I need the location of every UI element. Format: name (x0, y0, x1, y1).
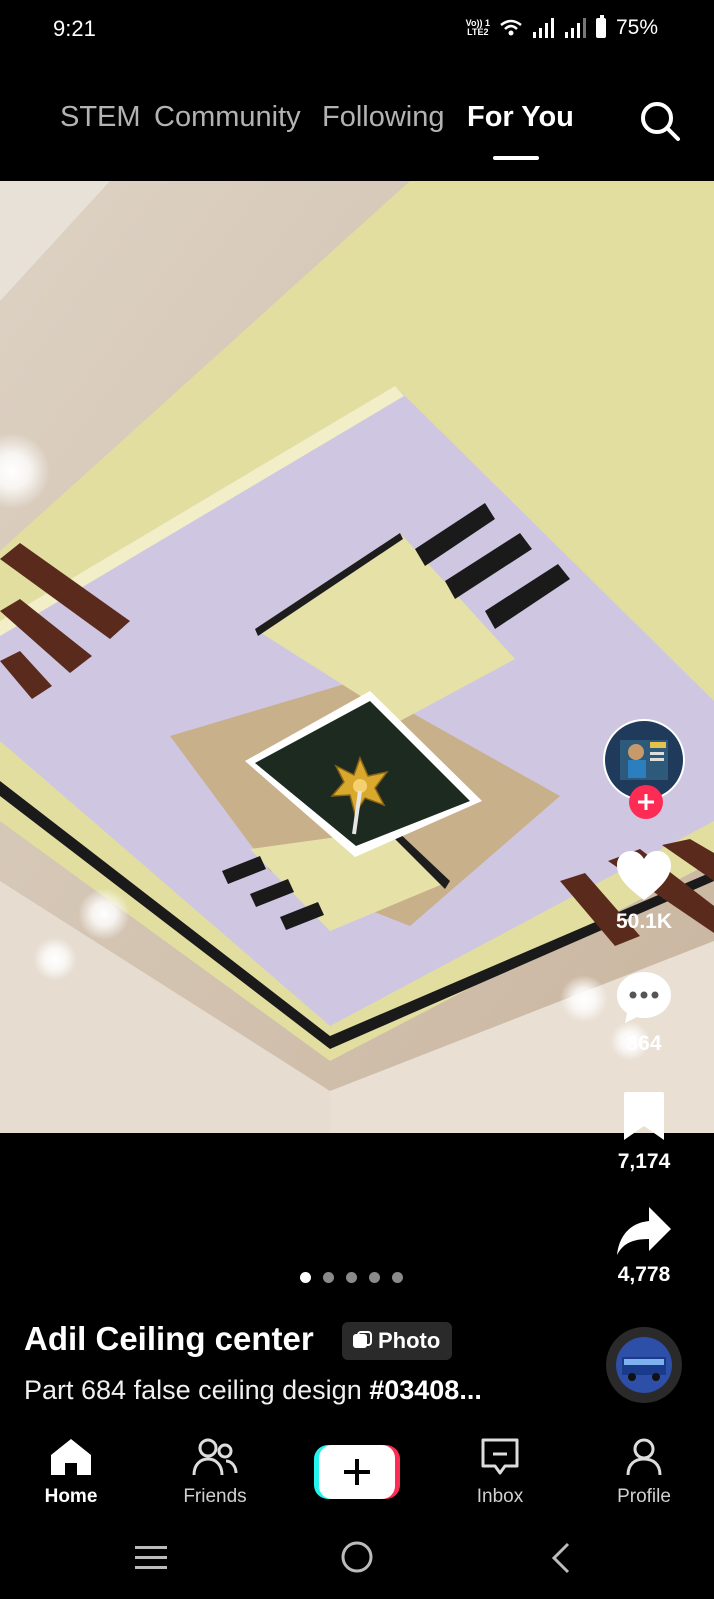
bookmark-icon[interactable] (622, 1090, 666, 1142)
tab-stem[interactable]: STEM (60, 101, 141, 134)
tab-community[interactable]: Community (154, 101, 301, 134)
friends-icon (192, 1438, 238, 1476)
nav-inbox-label: Inbox (476, 1486, 524, 1507)
home-circle-icon[interactable] (340, 1540, 374, 1574)
recent-apps-icon[interactable] (134, 1543, 168, 1573)
signal-icon (532, 18, 554, 38)
back-icon[interactable] (550, 1541, 572, 1575)
save-button[interactable] (574, 1090, 714, 1147)
share-button[interactable] (574, 1205, 714, 1262)
comment-icon[interactable] (615, 970, 673, 1024)
tab-following[interactable]: Following (322, 101, 445, 134)
nav-profile-label: Profile (617, 1486, 671, 1507)
heart-icon[interactable] (615, 850, 673, 902)
wifi-icon (500, 19, 522, 36)
comment-count: 364 (626, 1032, 662, 1055)
system-nav-bar (0, 1525, 714, 1599)
signal-icon-2 (564, 18, 586, 38)
slide-dot[interactable] (346, 1272, 357, 1283)
caption-text: Part 684 false ceiling design (24, 1375, 370, 1405)
sound-disc[interactable] (574, 1325, 714, 1410)
caption-hashtag[interactable]: #03408... (369, 1375, 482, 1405)
battery-percent: 75% (615, 16, 658, 39)
slide-dot[interactable] (300, 1272, 311, 1283)
photo-icon (353, 1331, 372, 1348)
photo-badge: Photo (342, 1322, 453, 1360)
nav-home-label: Home (44, 1486, 98, 1507)
feed-tabs: STEM Community Following For You (0, 95, 714, 165)
music-disc-icon[interactable] (604, 1325, 684, 1405)
network-indicator: Vo)) 1 LTE2 (465, 18, 490, 37)
nav-home[interactable]: Home (16, 1437, 126, 1508)
create-button[interactable] (314, 1445, 400, 1499)
share-icon[interactable] (615, 1205, 673, 1257)
follow-plus-icon[interactable] (628, 784, 664, 820)
share-count: 4,778 (617, 1263, 671, 1286)
search-icon[interactable] (636, 97, 684, 145)
slide-dot[interactable] (323, 1272, 334, 1283)
nav-friends-label: Friends (183, 1486, 247, 1507)
tab-for-you[interactable]: For You (467, 101, 574, 134)
inbox-icon (481, 1438, 519, 1475)
home-icon (51, 1439, 91, 1475)
nav-profile[interactable]: Profile (589, 1437, 699, 1508)
like-count: 50.1K (615, 910, 673, 933)
bottom-nav: Home Friends Inbox Profile (0, 1425, 714, 1525)
status-time: 9:21 (53, 16, 96, 41)
status-bar: 9:21 Vo)) 1 LTE2 75% (0, 0, 714, 58)
like-button[interactable] (574, 850, 714, 907)
slide-dot[interactable] (369, 1272, 380, 1283)
nav-friends[interactable]: Friends (160, 1437, 270, 1508)
save-count: 7,174 (617, 1150, 671, 1173)
comment-button[interactable] (574, 970, 714, 1029)
status-icons: Vo)) 1 LTE2 75% (465, 15, 658, 40)
slide-dot[interactable] (392, 1272, 403, 1283)
author-name[interactable]: Adil Ceiling center (24, 1320, 314, 1358)
post-caption[interactable]: Part 684 false ceiling design #03408... (24, 1375, 482, 1406)
photo-badge-label: Photo (378, 1328, 441, 1353)
battery-icon (595, 15, 606, 38)
active-tab-indicator (493, 156, 539, 160)
nav-inbox[interactable]: Inbox (445, 1437, 555, 1508)
profile-icon (626, 1438, 662, 1476)
slide-indicator (300, 1272, 403, 1283)
